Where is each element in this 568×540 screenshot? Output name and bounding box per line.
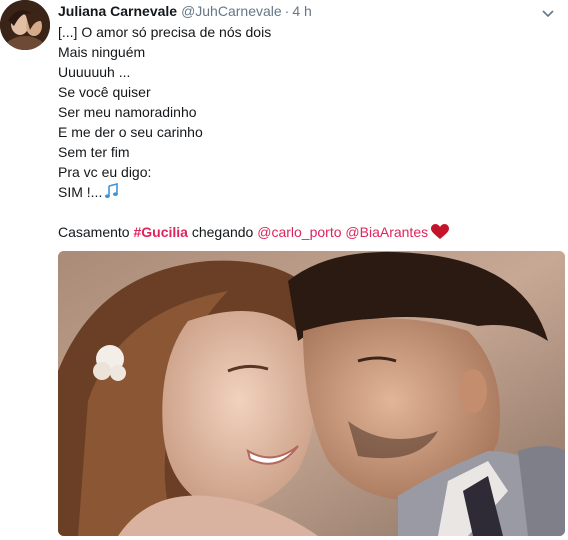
tweet-text: [...] O amor só precisa de nós dois Mais…: [58, 22, 558, 242]
tweet-card[interactable]: Juliana Carnevale @JuhCarnevale · 4 h [...]…: [0, 0, 568, 540]
tweet-timestamp[interactable]: 4 h: [292, 3, 311, 19]
lyric-line: [...] O amor só precisa de nós dois: [58, 24, 272, 40]
lyric-line-last: SIM !...: [58, 182, 558, 202]
tweet-photo[interactable]: [58, 251, 565, 536]
lyric-text: SIM !...: [58, 184, 103, 200]
author-handle[interactable]: @JuhCarnevale: [181, 3, 282, 19]
lyric-line: E me der o seu carinho: [58, 124, 203, 140]
hashtag-link[interactable]: #Gucilia: [133, 224, 187, 240]
closing-line: Casamento #Gucilia chegando @carlo_porto…: [58, 222, 558, 242]
red-heart-icon: [431, 224, 450, 240]
author-name[interactable]: Juliana Carnevale: [58, 3, 177, 19]
musical-notes-icon: [104, 182, 122, 199]
lyric-line: Se você quiser: [58, 84, 151, 100]
lyric-line: Sem ter fim: [58, 144, 130, 160]
lyric-line: Mais ninguém: [58, 44, 146, 60]
lyric-line: Pra vc eu digo:: [58, 164, 152, 180]
lyric-line: Uuuuuuh ...: [58, 64, 131, 80]
chevron-down-icon[interactable]: [542, 6, 554, 18]
mention-link-bia[interactable]: @BiaArantes: [345, 224, 428, 240]
avatar[interactable]: [0, 0, 50, 50]
closing-prefix: Casamento: [58, 224, 134, 240]
closing-middle: chegando: [187, 224, 258, 240]
separator-dot: ·: [284, 3, 290, 19]
tweet-header: Juliana Carnevale @JuhCarnevale · 4 h: [58, 2, 312, 22]
lyric-line: Ser meu namoradinho: [58, 104, 197, 120]
mention-link-carlo[interactable]: @carlo_porto: [257, 224, 341, 240]
